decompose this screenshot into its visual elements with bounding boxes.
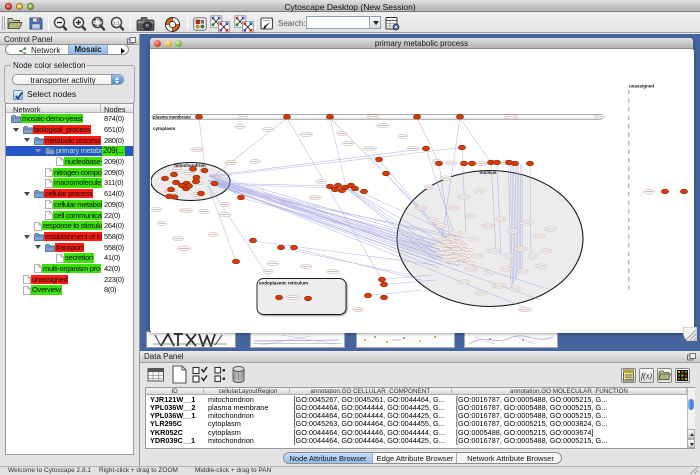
svg-text:1:1: 1:1 (113, 20, 120, 25)
svg-text:cytoplasm: cytoplasm (153, 126, 175, 131)
svg-text:nucleus: nucleus (479, 170, 497, 175)
svg-text:f(x): f(x) (640, 372, 651, 381)
svg-text:unassigned: unassigned (629, 83, 654, 88)
svg-text:plasma membrane: plasma membrane (153, 114, 191, 119)
svg-text:endoplasmic reticulum: endoplasmic reticulum (259, 280, 308, 285)
